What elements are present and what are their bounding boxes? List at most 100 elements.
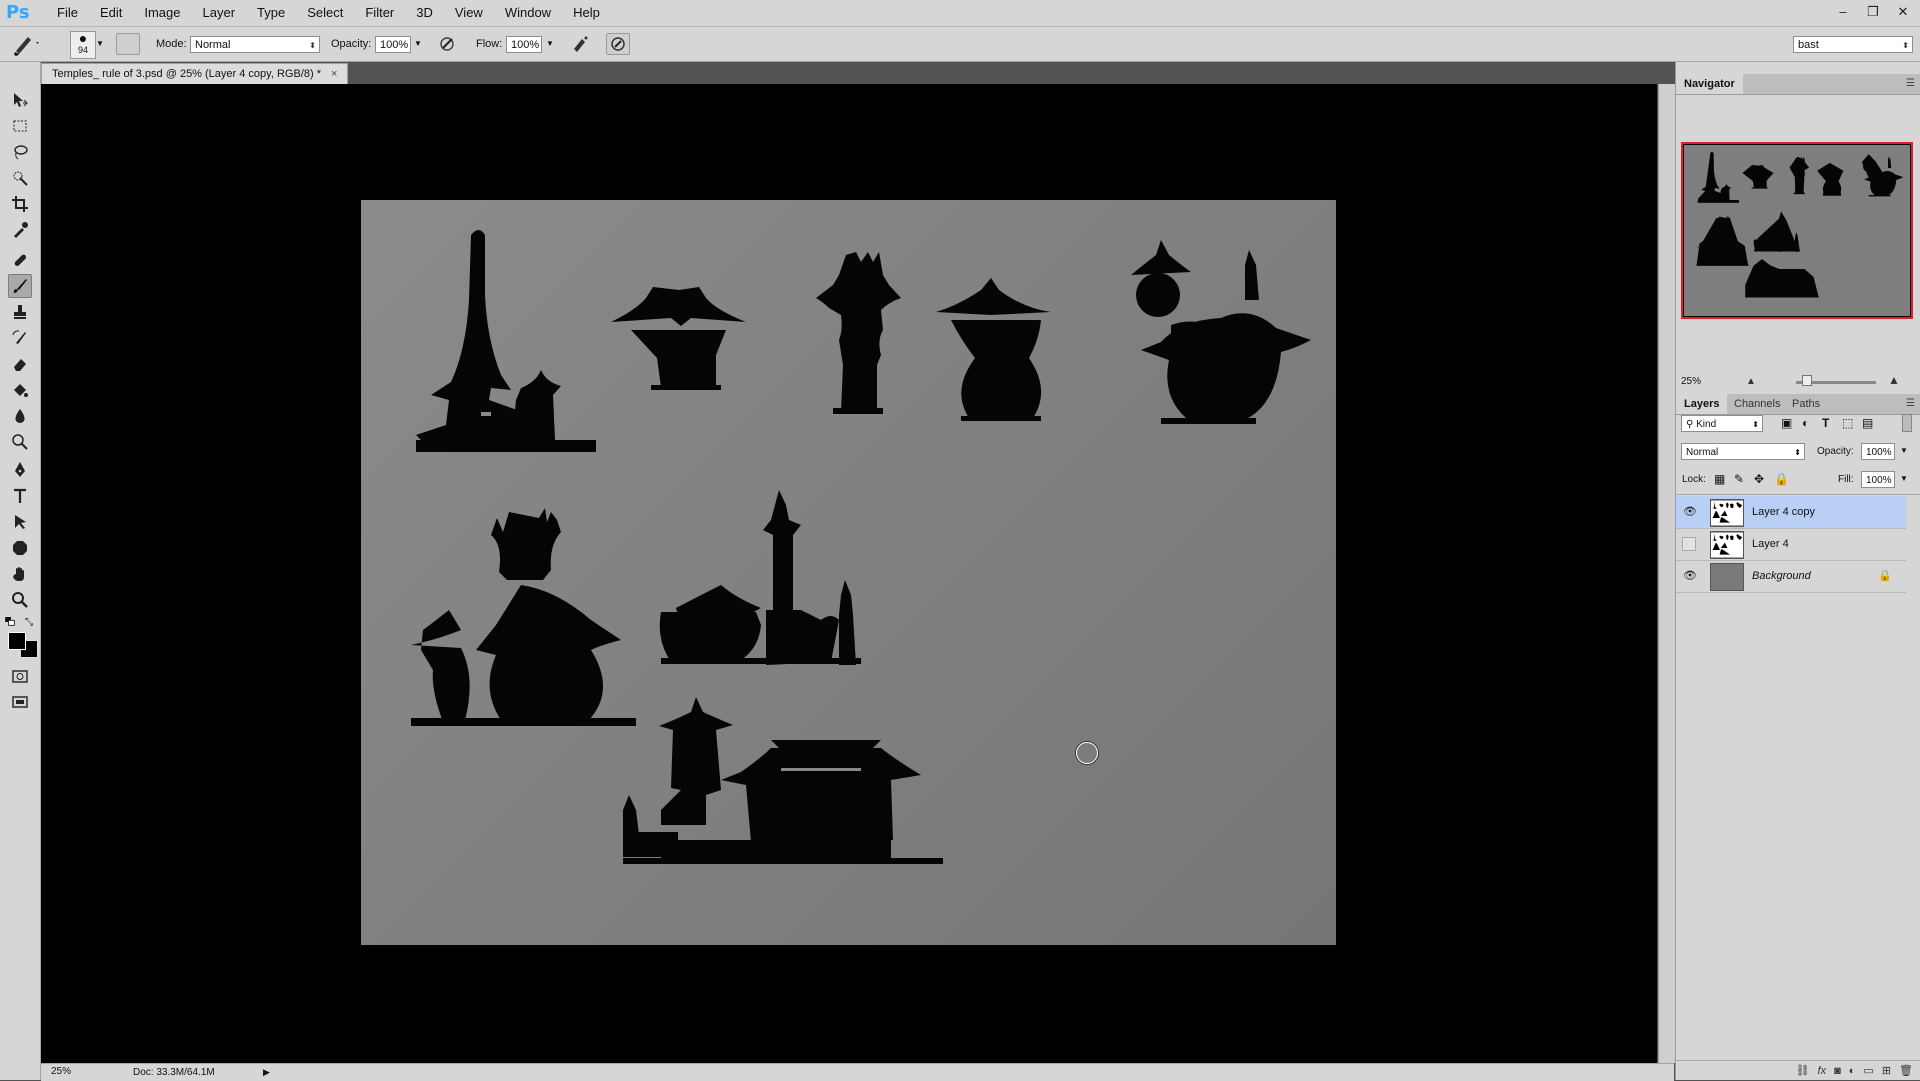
zoom-in-icon[interactable]: ▲ xyxy=(1888,373,1900,387)
history-brush-tool-icon[interactable] xyxy=(8,326,32,350)
filter-pixel-icon[interactable]: ▣ xyxy=(1781,416,1792,430)
quick-selection-tool-icon[interactable] xyxy=(8,166,32,190)
crop-tool-icon[interactable] xyxy=(8,192,32,216)
layer-name[interactable]: Background xyxy=(1752,560,1811,592)
status-menu-arrow-icon[interactable]: ▶ xyxy=(263,1064,270,1081)
chevron-down-icon[interactable]: ▼ xyxy=(546,27,554,61)
menu-layer[interactable]: Layer xyxy=(192,0,247,26)
panel-menu-icon[interactable]: ☰ xyxy=(1906,78,1915,89)
shape-tool-icon[interactable] xyxy=(8,536,32,560)
workspace-select[interactable]: bast ⬍ xyxy=(1793,36,1913,53)
filter-adjustment-icon[interactable]: ◐ xyxy=(1802,416,1809,430)
move-tool-icon[interactable] xyxy=(8,88,32,112)
chevron-down-icon[interactable]: ▼ xyxy=(1900,446,1908,455)
menu-image[interactable]: Image xyxy=(133,0,191,26)
brush-tool-icon[interactable] xyxy=(8,274,32,298)
minimize-button[interactable]: – xyxy=(1832,2,1854,22)
type-tool-icon[interactable] xyxy=(8,484,32,508)
hand-tool-icon[interactable] xyxy=(8,562,32,586)
layer-opacity-field[interactable]: 100% xyxy=(1861,443,1895,460)
pressure-size-icon[interactable] xyxy=(606,33,630,55)
navigator-view-box[interactable] xyxy=(1681,142,1913,319)
navigator-thumbnail[interactable] xyxy=(1681,142,1913,319)
menu-view[interactable]: View xyxy=(444,0,494,26)
link-layers-icon[interactable]: ⛓ xyxy=(1796,1061,1810,1080)
layer-name[interactable]: Layer 4 xyxy=(1752,528,1789,560)
layer-name[interactable]: Layer 4 copy xyxy=(1752,496,1815,528)
layer-row-layer-4[interactable]: Layer 4 xyxy=(1676,528,1906,561)
clone-stamp-tool-icon[interactable] xyxy=(8,300,32,324)
lock-image-icon[interactable]: ✎ xyxy=(1734,472,1744,486)
filter-toggle-switch[interactable] xyxy=(1902,414,1912,432)
adjustment-layer-icon[interactable]: ◐ xyxy=(1849,1061,1856,1080)
blur-tool-icon[interactable] xyxy=(8,404,32,428)
menu-3d[interactable]: 3D xyxy=(405,0,444,26)
pen-tool-icon[interactable] xyxy=(8,458,32,482)
restore-button[interactable]: ❐ xyxy=(1862,2,1884,22)
blend-mode-select[interactable]: Normal ⬍ xyxy=(1681,443,1805,460)
tab-channels[interactable]: Channels xyxy=(1726,394,1788,414)
menu-window[interactable]: Window xyxy=(494,0,562,26)
brush-panel-toggle-icon[interactable] xyxy=(116,33,140,55)
lock-all-icon[interactable]: 🔒 xyxy=(1774,472,1789,486)
close-button[interactable]: ✕ xyxy=(1892,2,1914,22)
filter-shape-icon[interactable]: ⬚ xyxy=(1842,416,1853,430)
visibility-toggle[interactable] xyxy=(1682,537,1696,551)
tab-layers[interactable]: Layers xyxy=(1676,394,1728,414)
pressure-opacity-icon[interactable] xyxy=(437,27,457,61)
new-group-icon[interactable]: ▭ xyxy=(1863,1061,1873,1080)
eye-icon[interactable]: 👁 xyxy=(1682,569,1698,583)
panel-menu-icon[interactable]: ☰ xyxy=(1906,398,1915,409)
brush-tool-preset-icon[interactable] xyxy=(10,27,42,61)
lock-transparent-icon[interactable]: ▦ xyxy=(1714,472,1725,486)
layer-style-icon[interactable]: fx xyxy=(1818,1061,1827,1080)
flow-field[interactable]: 100% xyxy=(506,36,542,53)
document-canvas[interactable] xyxy=(361,200,1336,945)
foreground-color-swatch[interactable] xyxy=(8,632,26,650)
canvas-area[interactable] xyxy=(41,84,1657,1063)
lasso-tool-icon[interactable] xyxy=(8,140,32,164)
document-tab[interactable]: Temples_ rule of 3.psd @ 25% (Layer 4 co… xyxy=(41,63,349,84)
zoom-field[interactable]: 25% xyxy=(51,1065,91,1079)
layer-row-background[interactable]: 👁 Background 🔒 xyxy=(1676,560,1906,593)
quick-mask-icon[interactable] xyxy=(8,664,32,688)
tab-paths[interactable]: Paths xyxy=(1784,394,1828,414)
menu-type[interactable]: Type xyxy=(246,0,296,26)
layer-filter-select[interactable]: ⚲ Kind ⬍ xyxy=(1681,415,1763,432)
chevron-down-icon[interactable]: ▼ xyxy=(414,27,422,61)
zoom-out-icon[interactable]: ▲ xyxy=(1746,376,1756,387)
tab-navigator[interactable]: Navigator xyxy=(1676,74,1743,94)
chevron-down-icon[interactable]: ▼ xyxy=(96,27,104,61)
chevron-down-icon[interactable]: ▼ xyxy=(1900,474,1908,483)
filter-smart-object-icon[interactable]: ▤ xyxy=(1862,416,1873,430)
dodge-tool-icon[interactable] xyxy=(8,430,32,454)
filter-type-icon[interactable]: T xyxy=(1822,416,1829,430)
close-tab-icon[interactable]: × xyxy=(331,68,337,80)
add-mask-icon[interactable]: ◙ xyxy=(1834,1061,1841,1080)
eyedropper-tool-icon[interactable] xyxy=(8,218,32,242)
menu-filter[interactable]: Filter xyxy=(354,0,405,26)
menu-help[interactable]: Help xyxy=(562,0,611,26)
opacity-field[interactable]: 100% xyxy=(375,36,411,53)
layer-row-layer-4-copy[interactable]: 👁 Layer 4 copy xyxy=(1676,496,1906,529)
menu-edit[interactable]: Edit xyxy=(89,0,133,26)
healing-brush-tool-icon[interactable] xyxy=(8,248,32,272)
eraser-tool-icon[interactable] xyxy=(8,352,32,376)
navigator-zoom-knob[interactable] xyxy=(1802,375,1812,386)
path-selection-tool-icon[interactable] xyxy=(8,510,32,534)
mode-select[interactable]: Normal ⬍ xyxy=(190,36,320,53)
marquee-tool-icon[interactable] xyxy=(8,114,32,138)
swap-colors-icon[interactable]: ⤡ xyxy=(22,616,36,628)
screen-mode-icon[interactable] xyxy=(8,690,32,714)
eye-icon[interactable]: 👁 xyxy=(1682,505,1698,519)
vertical-scrollbar[interactable] xyxy=(1658,84,1675,1063)
fill-field[interactable]: 100% xyxy=(1861,471,1895,488)
delete-layer-icon[interactable]: 🗑 xyxy=(1899,1061,1913,1080)
lock-position-icon[interactable]: ✥ xyxy=(1754,472,1764,486)
zoom-tool-icon[interactable] xyxy=(8,588,32,612)
paint-bucket-tool-icon[interactable] xyxy=(8,378,32,402)
new-layer-icon[interactable]: ⊞ xyxy=(1882,1061,1891,1080)
brush-size-picker[interactable]: ● 94 xyxy=(70,31,96,59)
menu-file[interactable]: File xyxy=(46,0,89,26)
default-colors-icon[interactable] xyxy=(4,616,18,628)
